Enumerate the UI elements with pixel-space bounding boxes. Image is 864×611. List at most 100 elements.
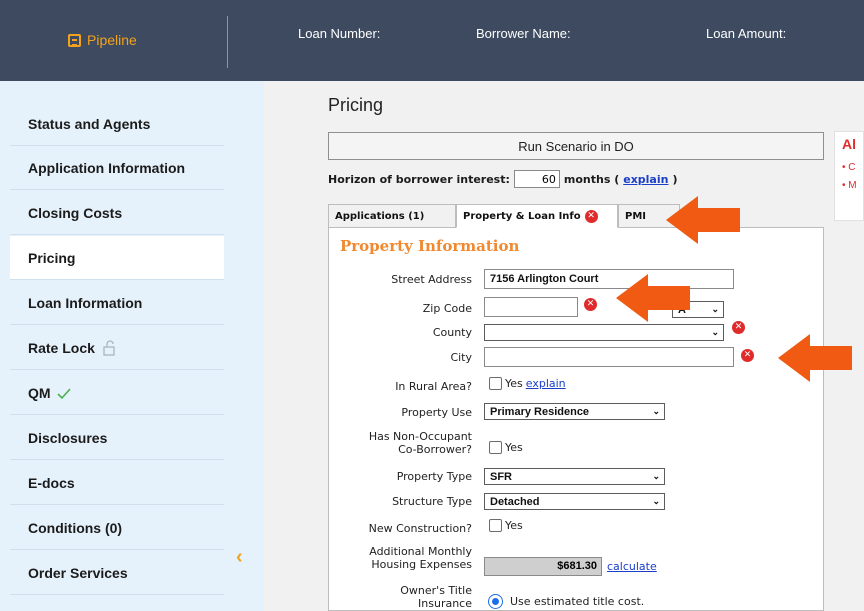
new-construction-label: New Construction? [368,522,472,535]
zip-code-label: Zip Code [422,302,472,315]
non-occupant-option: Yes [505,441,523,454]
horizon-close: ) [672,172,678,186]
sidebar-item-application-information[interactable]: Application Information [10,146,224,190]
housing-expenses-label-2: Housing Expenses [371,558,472,571]
chevron-left-icon[interactable]: ‹ [236,546,243,569]
sidebar-item-label: QM [28,384,51,401]
sidebar-item-label: Pricing [28,249,76,266]
street-address-input[interactable]: 7156 Arlington Court [484,269,734,289]
estimated-title-option: Use estimated title cost. [510,595,645,608]
tab-label: PMI [625,210,647,222]
sidebar-item-label: Order Services [28,564,128,581]
non-occupant-label-1: Has Non-Occupant [368,430,472,443]
sidebar-item-conditions[interactable]: Conditions (0) [10,506,224,550]
sidebar-item-status-agents[interactable]: Status and Agents [10,102,224,146]
title-insurance-label-1: Owner's Title [400,584,472,597]
property-type-label: Property Type [396,470,472,483]
tab-label: Property & Loan Info [463,210,581,222]
zip-error-icon: ✕ [584,298,597,311]
arrow-left-icon [778,334,852,382]
non-occupant-checkbox[interactable] [489,441,502,454]
pipeline-label: Pipeline [87,32,137,48]
unlock-icon [103,339,115,356]
county-select[interactable]: ⌄ [484,324,724,341]
horizon-suffix: months ( [563,172,620,186]
tab-label: Applications (1) [335,210,425,222]
arrow-left-icon [666,196,740,244]
chevron-down-icon: ⌄ [652,406,660,416]
checkmark-icon [56,387,71,399]
property-use-label: Property Use [401,406,472,419]
sidebar-item-qm[interactable]: QM [10,371,224,415]
sidebar-collapse-strip [224,81,264,611]
rural-explain-link[interactable]: explain [526,377,566,390]
sidebar-item-label: Loan Information [28,294,143,311]
housing-expenses-value: $681.30 [484,557,602,576]
title-insurance-label-2: Insurance [418,597,472,610]
structure-type-label: Structure Type [392,495,472,508]
property-use-value: Primary Residence [490,405,590,418]
sidebar-item-order-services[interactable]: Order Services [10,551,224,595]
horizon-input[interactable] [513,170,560,188]
estimated-title-radio[interactable] [489,595,502,608]
city-input[interactable] [484,347,734,367]
rural-option: Yes [505,377,523,390]
county-error-icon: ✕ [732,321,745,334]
sidebar-item-disclosures[interactable]: Disclosures [10,416,224,460]
chevron-down-icon: ⌄ [711,304,719,314]
alert-item-text: M [848,180,857,191]
sidebar-item-label: Closing Costs [28,204,123,221]
error-icon: ✕ [584,209,598,223]
sidebar-item-label: Disclosures [28,429,108,446]
street-address-label: Street Address [391,273,472,286]
sidebar-item-label: Application Information [28,159,186,176]
structure-type-value: Detached [490,495,540,508]
property-type-select[interactable]: SFR ⌄ [484,468,665,485]
horizon-label: Horizon of borrower interest: [328,172,510,186]
sidebar-item-e-docs[interactable]: E-docs [10,461,224,505]
loan-number-label: Loan Number: [298,26,381,41]
chevron-down-icon: ⌄ [652,496,660,506]
sidebar-item-label: Status and Agents [28,115,151,132]
city-error-icon: ✕ [741,349,754,362]
loan-amount-label: Loan Amount: [706,26,787,41]
chevron-down-icon: ⌄ [711,327,719,337]
rural-checkbox[interactable] [489,377,502,390]
horizon-explain-link[interactable]: explain [623,173,668,186]
sidebar-item-closing-costs[interactable]: Closing Costs [10,191,224,235]
structure-type-select[interactable]: Detached ⌄ [484,493,665,510]
non-occupant-label-2: Co-Borrower? [398,443,472,456]
rural-checkbox-row: Yes explain [489,377,566,390]
title-insurance-radio-row: Use estimated title cost. [489,595,644,608]
property-type-value: SFR [490,470,512,483]
tab-applications[interactable]: Applications (1) [328,204,456,228]
non-occupant-checkbox-row: Yes [489,441,523,454]
chevron-down-icon: ⌄ [652,471,660,481]
alert-item: • M [842,180,857,191]
sidebar-item-pricing[interactable]: Pricing [10,236,224,280]
alert-item: • C [842,162,856,173]
new-construction-checkbox[interactable] [489,519,502,532]
rural-label: In Rural Area? [395,380,472,393]
pipeline-icon [68,33,81,47]
pipeline-link[interactable]: Pipeline [68,32,137,48]
sidebar-item-label: Rate Lock [28,339,95,356]
property-use-select[interactable]: Primary Residence ⌄ [484,403,665,420]
sidebar-item-label: Conditions (0) [28,519,123,536]
sidebar-item-loan-information[interactable]: Loan Information [10,281,224,325]
calculate-link[interactable]: calculate [607,560,657,573]
borrower-name-label: Borrower Name: [476,26,571,41]
arrow-left-icon [616,274,690,322]
alert-item-text: C [848,162,856,173]
tab-property-loan-info[interactable]: Property & Loan Info ✕ [456,204,618,228]
page-title: Pricing [328,95,384,115]
horizon-row: Horizon of borrower interest: months (ex… [328,170,678,188]
run-scenario-button[interactable]: Run Scenario in DO [328,132,824,160]
alerts-title: Al [842,136,856,152]
zip-code-input[interactable] [484,297,578,317]
section-title: Property Information [340,237,520,255]
sidebar-item-rate-lock[interactable]: Rate Lock [10,326,224,370]
new-construction-option: Yes [505,519,523,532]
sidebar-item-label: E-docs [28,474,75,491]
new-construction-checkbox-row: Yes [489,519,523,532]
